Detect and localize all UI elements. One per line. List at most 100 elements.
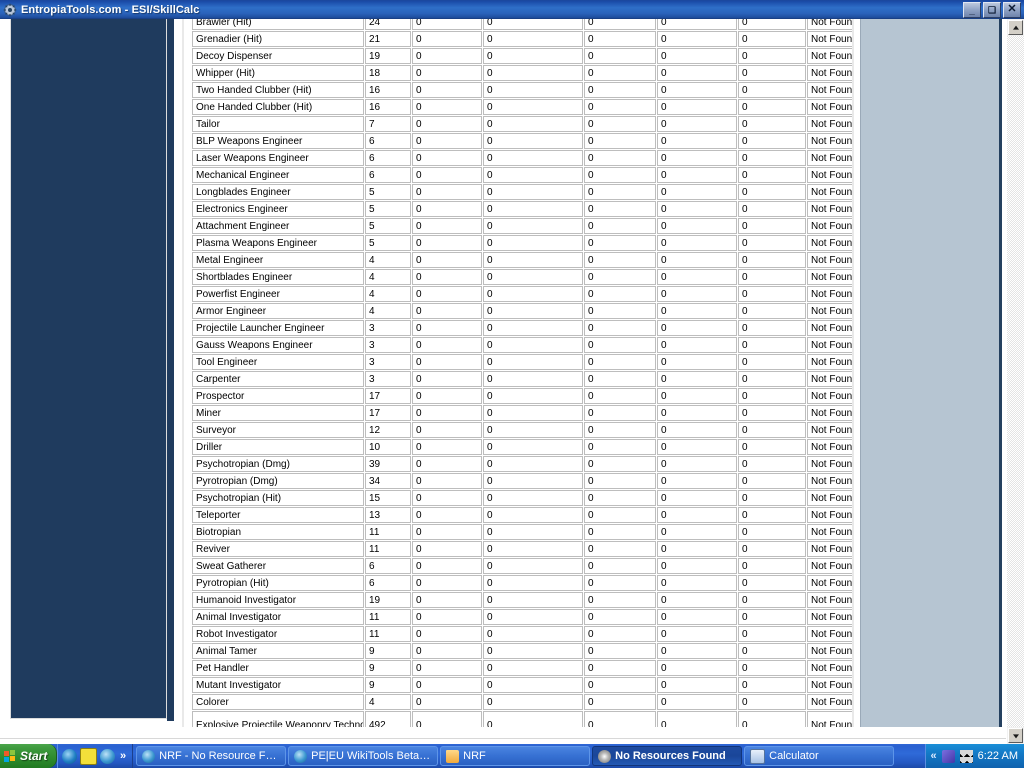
skill-value-cell: 5	[365, 201, 411, 217]
taskbar-window-button[interactable]: No Resources Found	[592, 746, 743, 766]
skill-value-cell: Not Found	[807, 507, 852, 523]
taskbar-window-button[interactable]: PE|EU WikiTools Beta - M...	[288, 746, 439, 766]
network-icon[interactable]	[941, 749, 955, 763]
skill-value-cell: Not Found	[807, 643, 852, 659]
skill-value-cell: 0	[483, 320, 583, 336]
skill-value-cell: 0	[584, 133, 656, 149]
table-row: Two Handed Clubber (Hit) 16 0 0 0 0 0 Not Found	[192, 82, 852, 98]
table-row: Tool Engineer 3 0 0 0 0 0 Not Found	[192, 354, 852, 370]
restore-button[interactable]: ❑	[983, 1, 1001, 18]
skill-value-cell: 0	[584, 422, 656, 438]
left-sidebar-inner	[11, 19, 166, 718]
table-row: Biotropian 11 0 0 0 0 0 Not Found	[192, 524, 852, 540]
skill-value-cell: 0	[738, 490, 806, 506]
folder-icon	[446, 749, 460, 763]
table-row: Mechanical Engineer 6 0 0 0 0 0 Not Found	[192, 167, 852, 183]
skill-name-cell: Animal Tamer	[192, 643, 364, 659]
skill-value-cell: 0	[483, 167, 583, 183]
skill-value-cell: 0	[584, 65, 656, 81]
skill-value-cell: 0	[412, 626, 482, 642]
skill-value-cell: 0	[412, 167, 482, 183]
skill-value-cell: 0	[657, 269, 737, 285]
skill-value-cell: Not Found	[807, 184, 852, 200]
skill-value-cell: 4	[365, 286, 411, 302]
skill-value-cell: 0	[584, 269, 656, 285]
skill-value-cell: 0	[738, 354, 806, 370]
table-row: Pyrotropian (Dmg) 34 0 0 0 0 0 Not Found	[192, 473, 852, 489]
skill-value-cell: 0	[584, 184, 656, 200]
table-row: Attachment Engineer 5 0 0 0 0 0 Not Found	[192, 218, 852, 234]
skill-value-cell: 0	[584, 524, 656, 540]
skill-value-cell: 0	[412, 150, 482, 166]
skill-value-cell: 0	[584, 439, 656, 455]
skill-value-cell: 0	[657, 31, 737, 47]
table-row: Powerfist Engineer 4 0 0 0 0 0 Not Found	[192, 286, 852, 302]
skill-value-cell: 0	[657, 150, 737, 166]
scrollbar-track[interactable]	[1007, 36, 1024, 727]
table-row: Plasma Weapons Engineer 5 0 0 0 0 0 Not Found	[192, 235, 852, 251]
table-row: Reviver 11 0 0 0 0 0 Not Found	[192, 541, 852, 557]
skill-name-cell: Teleporter	[192, 507, 364, 523]
skill-value-cell: 0	[584, 558, 656, 574]
right-sidebar-panel	[860, 19, 1002, 727]
table-row: Shortblades Engineer 4 0 0 0 0 0 Not Found	[192, 269, 852, 285]
skill-name-cell: Prospector	[192, 388, 364, 404]
skill-value-cell: 0	[738, 31, 806, 47]
skill-value-cell: 0	[738, 116, 806, 132]
skill-value-cell: 0	[483, 201, 583, 217]
taskbar-window-button[interactable]: Calculator	[744, 746, 895, 766]
skill-value-cell: 6	[365, 575, 411, 591]
skill-value-cell: 0	[412, 524, 482, 540]
taskbar-window-button[interactable]: NRF - No Resource Foun...	[136, 746, 287, 766]
table-row: Brawler (Hit) 24 0 0 0 0 0 Not Found	[192, 19, 852, 30]
taskbar-clock[interactable]: 6:22 AM	[978, 750, 1018, 762]
skill-name-cell: Mutant Investigator	[192, 677, 364, 693]
skill-value-cell: 0	[483, 286, 583, 302]
taskbar: Start » NRF - No Resource Foun... PE|EU W…	[0, 744, 1024, 768]
close-button[interactable]: ✕	[1003, 1, 1021, 18]
skill-name-cell: Grenadier (Hit)	[192, 31, 364, 47]
sidebar-divider-strip	[167, 19, 174, 721]
skill-value-cell: 0	[584, 201, 656, 217]
skill-value-cell: 17	[365, 405, 411, 421]
minimize-button[interactable]: _	[963, 1, 981, 18]
skill-value-cell: 0	[657, 558, 737, 574]
quick-launch-overflow-button[interactable]: »	[118, 750, 128, 762]
skill-name-cell: Two Handed Clubber (Hit)	[192, 82, 364, 98]
tray-expand-icon[interactable]: «	[931, 750, 937, 762]
skill-value-cell: 0	[657, 354, 737, 370]
skill-value-cell: 9	[365, 643, 411, 659]
table-row: Longblades Engineer 5 0 0 0 0 0 Not Found	[192, 184, 852, 200]
skill-value-cell: 0	[412, 201, 482, 217]
skill-table: Brawler (Hit) 24 0 0 0 0 0 Not Found Grenadier (…	[191, 19, 852, 727]
skill-value-cell: Not Found	[807, 286, 852, 302]
skill-value-cell: 11	[365, 626, 411, 642]
taskbar-window-button[interactable]: NRF	[440, 746, 591, 766]
skill-value-cell: 0	[657, 592, 737, 608]
internet-explorer-icon[interactable]	[62, 748, 77, 764]
start-button[interactable]: Start	[0, 744, 57, 768]
skill-value-cell: 0	[657, 439, 737, 455]
skill-value-cell: 0	[483, 19, 583, 30]
skill-value-cell: 0	[483, 575, 583, 591]
skill-value-cell: Not Found	[807, 150, 852, 166]
skill-value-cell: Not Found	[807, 439, 852, 455]
window-titlebar[interactable]: EntropiaTools.com - ESI/SkillCalc _ ❑ ✕	[0, 0, 1024, 19]
skill-value-cell: 0	[483, 235, 583, 251]
skill-value-cell: Not Found	[807, 167, 852, 183]
checker-icon[interactable]	[959, 749, 973, 763]
clock-icon[interactable]	[80, 747, 97, 765]
table-row: Animal Tamer 9 0 0 0 0 0 Not Found	[192, 643, 852, 659]
table-row: Prospector 17 0 0 0 0 0 Not Found	[192, 388, 852, 404]
skill-value-cell: 0	[412, 19, 482, 30]
skill-value-cell: 0	[483, 133, 583, 149]
skill-name-cell: Miner	[192, 405, 364, 421]
scroll-down-button[interactable]	[1008, 728, 1023, 743]
skill-value-cell: 3	[365, 320, 411, 336]
skill-value-cell: 0	[657, 422, 737, 438]
internet-explorer-icon[interactable]	[100, 748, 115, 764]
skill-value-cell: 0	[738, 660, 806, 676]
scroll-up-button[interactable]	[1008, 20, 1023, 35]
vertical-scrollbar[interactable]	[1006, 19, 1024, 744]
skill-value-cell: 0	[657, 235, 737, 251]
